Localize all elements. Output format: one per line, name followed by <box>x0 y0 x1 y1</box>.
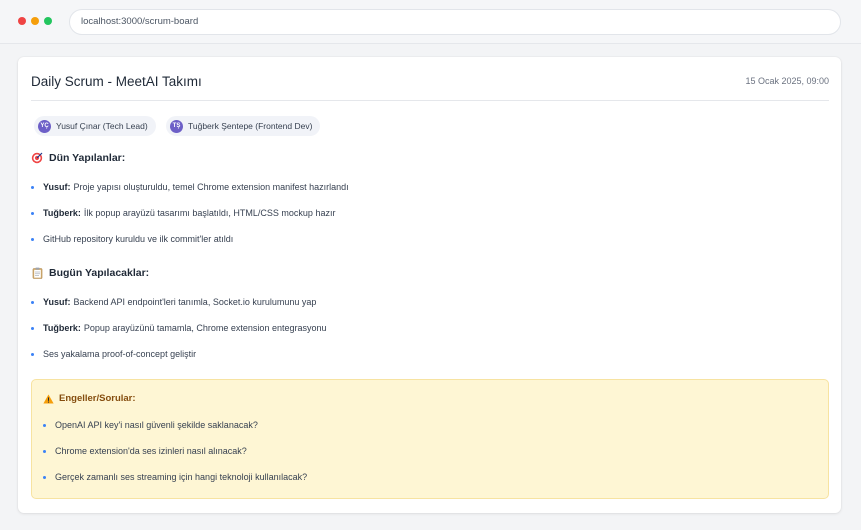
participant-label: Tuğberk Şentepe (Frontend Dev) <box>188 121 313 131</box>
list-item: Tuğberk: İlk popup arayüzü tasarımı başl… <box>31 208 335 218</box>
item-text: Chrome extension'da ses izinleri nasıl a… <box>55 446 247 456</box>
item-owner: Tuğberk: <box>43 323 81 333</box>
meeting-timestamp: 15 Ocak 2025, 09:00 <box>745 76 829 86</box>
item-text: İlk popup arayüzü tasarımı başlatıldı, H… <box>83 208 336 218</box>
bullet <box>31 185 34 189</box>
item-text: Ses yakalama proof-of-concept geliştir <box>43 349 197 359</box>
blocker-item: OpenAI API key'i nasıl güvenli şekilde s… <box>43 420 258 430</box>
bullet <box>31 300 34 304</box>
blocker-item: Chrome extension'da ses izinleri nasıl a… <box>43 446 247 456</box>
list-item: Ses yakalama proof-of-concept geliştir <box>31 349 196 359</box>
bullet <box>43 449 46 453</box>
item-owner: Yusuf: <box>43 182 71 192</box>
list-item: Yusuf: Backend API endpoint'leri tanımla… <box>31 297 316 307</box>
bullet <box>43 423 46 427</box>
item-owner: Yusuf: <box>43 297 71 307</box>
participant-chip: TŞ Tuğberk Şentepe (Frontend Dev) <box>166 116 321 136</box>
list-item: GitHub repository kuruldu ve ilk commit'… <box>31 234 233 244</box>
today-heading: Bugün Yapılacaklar: <box>31 267 149 279</box>
item-text: Backend API endpoint'leri tanımla, Socke… <box>73 297 317 307</box>
avatar: TŞ <box>170 119 183 133</box>
divider <box>31 100 829 101</box>
avatar: YÇ <box>38 119 51 133</box>
blocker-item: Gerçek zamanlı ses streaming için hangi … <box>43 472 307 482</box>
section-title: Bugün Yapılacaklar: <box>49 267 150 279</box>
item-text: Gerçek zamanlı ses streaming için hangi … <box>55 472 308 482</box>
target-icon <box>31 152 43 164</box>
bullet <box>43 475 46 479</box>
item-text: Popup arayüzünü tamamla, Chrome extensio… <box>83 323 327 333</box>
item-text: OpenAI API key'i nasıl güvenli şekilde s… <box>55 420 258 430</box>
list-item: Yusuf: Proje yapısı oluşturuldu, temel C… <box>31 182 349 192</box>
item-owner: Tuğberk: <box>43 208 81 218</box>
item-text: Proje yapısı oluşturuldu, temel Chrome e… <box>73 182 349 192</box>
yesterday-heading: Dün Yapılanlar: <box>31 152 125 164</box>
close-window-button[interactable] <box>18 17 26 25</box>
address-bar[interactable]: localhost:3000/scrum-board <box>69 9 841 35</box>
scrum-card: Daily Scrum - MeetAI Takımı 15 Ocak 2025… <box>18 57 841 513</box>
bullet <box>31 237 34 241</box>
bullet <box>31 352 34 356</box>
participant-chip: YÇ Yusuf Çınar (Tech Lead) <box>34 116 156 136</box>
blockers-heading: Engeller/Sorular: <box>43 393 136 404</box>
list-item: Tuğberk: Popup arayüzünü tamamla, Chrome… <box>31 323 327 333</box>
minimize-window-button[interactable] <box>31 17 39 25</box>
maximize-window-button[interactable] <box>44 17 52 25</box>
participant-label: Yusuf Çınar (Tech Lead) <box>56 121 148 131</box>
browser-chrome: localhost:3000/scrum-board <box>0 0 861 44</box>
page-title: Daily Scrum - MeetAI Takımı <box>31 74 202 89</box>
bullet <box>31 326 34 330</box>
item-text: GitHub repository kuruldu ve ilk commit'… <box>43 234 234 244</box>
section-title: Dün Yapılanlar: <box>49 152 126 164</box>
section-title: Engeller/Sorular: <box>59 393 136 404</box>
bullet <box>31 211 34 215</box>
blockers-panel: Engeller/Sorular: OpenAI API key'i nasıl… <box>31 379 829 499</box>
warning-icon <box>43 394 54 404</box>
clipboard-icon <box>31 267 43 279</box>
